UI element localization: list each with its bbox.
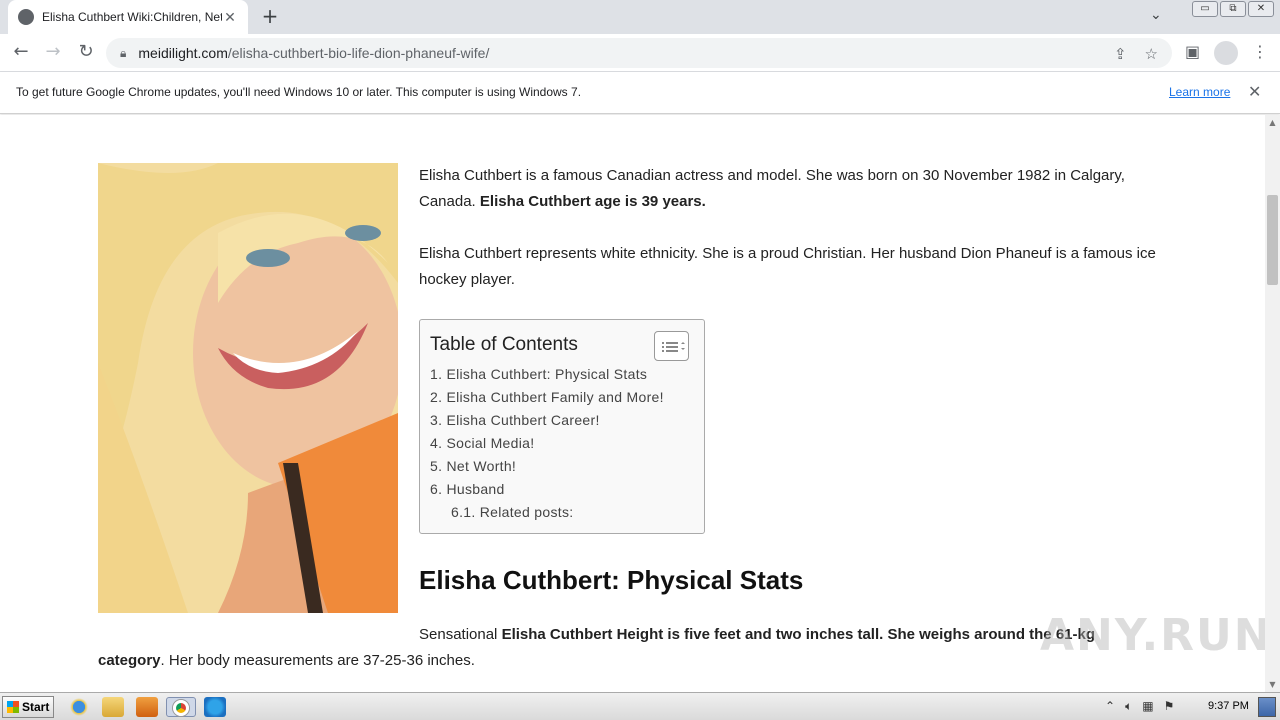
toc-list: 1. Elisha Cuthbert: Physical Stats 2. El… — [430, 363, 664, 524]
close-window-button[interactable]: ✕ — [1248, 1, 1274, 17]
url-host: meidilight.com — [138, 45, 228, 61]
url-path: /elisha-cuthbert-bio-life-dion-phaneuf-w… — [227, 45, 490, 61]
tab-search-chevron-icon[interactable]: ⌄ — [1150, 7, 1162, 23]
tab-title: Elisha Cuthbert Wiki:Children, Net W — [42, 10, 222, 24]
browser-toolbar: ← → ↻ 🔒︎ meidilight.com/elisha-cuthbert-… — [0, 34, 1280, 72]
scroll-up-arrow-icon[interactable]: ▲ — [1265, 115, 1280, 130]
anyrun-watermark: ANY.RUN — [1040, 610, 1265, 661]
toc-item[interactable]: 2. Elisha Cuthbert Family and More! — [430, 386, 664, 409]
chrome-taskbar-button[interactable] — [166, 697, 196, 717]
back-arrow-icon[interactable]: ← — [10, 42, 32, 64]
share-icon[interactable]: ⇪ — [1114, 45, 1127, 63]
forward-arrow-icon[interactable]: → — [42, 42, 64, 64]
globe-icon — [18, 9, 34, 25]
restore-button[interactable]: ⧉ — [1220, 1, 1246, 17]
infobar-message: To get future Google Chrome updates, you… — [16, 85, 582, 99]
profile-avatar-icon[interactable] — [1214, 41, 1238, 65]
system-tray: ⌃ 🔈︎ ▦ ⚑ — [1105, 699, 1174, 714]
action-center-flag-icon[interactable]: ⚑ — [1164, 699, 1175, 714]
file-explorer-icon[interactable] — [102, 697, 124, 717]
ethnicity-paragraph: Elisha Cuthbert represents white ethnici… — [419, 245, 1156, 288]
toc-item[interactable]: 1. Elisha Cuthbert: Physical Stats — [430, 363, 664, 386]
omnibox-actions: ⇪ ☆ — [1114, 45, 1158, 63]
internet-explorer-icon[interactable] — [68, 697, 90, 717]
learn-more-link[interactable]: Learn more — [1169, 85, 1230, 99]
scroll-down-arrow-icon[interactable]: ▼ — [1265, 677, 1280, 692]
intro-bold-age: Elisha Cuthbert age is 39 years. — [479, 193, 706, 210]
start-label: Start — [22, 700, 50, 714]
stats-text-end: . Her body measurements are 37-25-36 inc… — [160, 652, 475, 669]
list-toggle-icon — [662, 342, 685, 352]
page-scrollbar[interactable]: ▲ ▼ — [1265, 115, 1280, 692]
reload-icon[interactable]: ↻ — [75, 42, 97, 64]
address-bar[interactable]: 🔒︎ meidilight.com/elisha-cuthbert-bio-li… — [106, 38, 1172, 68]
side-panel-icon[interactable]: ▣ — [1185, 42, 1200, 61]
start-button[interactable]: Start — [2, 696, 54, 718]
volume-icon[interactable]: 🔈︎ — [1125, 699, 1132, 714]
menu-kebab-icon[interactable]: ⋮ — [1252, 42, 1268, 61]
toc-item[interactable]: 3. Elisha Cuthbert Career! — [430, 409, 664, 432]
section-heading: Elisha Cuthbert: Physical Stats — [419, 565, 804, 595]
windows-logo-icon — [7, 701, 19, 713]
toc-subitem[interactable]: 6.1. Related posts: — [430, 501, 664, 524]
toc-toggle-button[interactable] — [654, 331, 689, 361]
bookmark-star-icon[interactable]: ☆ — [1145, 45, 1158, 63]
scroll-thumb[interactable] — [1267, 195, 1278, 285]
infobar-close-icon[interactable]: ✕ — [1248, 82, 1261, 102]
tab-strip: Elisha Cuthbert Wiki:Children, Net W ✕ +… — [0, 0, 1280, 34]
chrome-icon — [173, 700, 189, 716]
clock[interactable]: 9:37 PM — [1208, 700, 1249, 712]
minimize-button[interactable]: ▭ — [1192, 1, 1218, 17]
window-controls: ▭ ⧉ ✕ — [1192, 1, 1274, 17]
intro-paragraph: Elisha Cuthbert is a famous Canadian act… — [419, 163, 1159, 215]
physical-stats-paragraph: Sensational Elisha Cuthbert Height is fi… — [98, 622, 1148, 674]
toc-item[interactable]: 5. Net Worth! — [430, 455, 664, 478]
toc-item[interactable]: 4. Social Media! — [430, 432, 664, 455]
table-of-contents: Table of Contents 1. Elisha Cuthbert: Ph… — [419, 319, 705, 534]
update-infobar: To get future Google Chrome updates, you… — [0, 72, 1280, 114]
edge-icon[interactable] — [204, 697, 226, 717]
windows-taskbar: Start ⌃ 🔈︎ ▦ ⚑ 9:37 PM — [0, 692, 1280, 720]
browser-tab[interactable]: Elisha Cuthbert Wiki:Children, Net W ✕ — [8, 0, 248, 34]
lock-icon: 🔒︎ — [120, 45, 127, 60]
show-desktop-button[interactable] — [1258, 697, 1276, 717]
page-content: Elisha Cuthbert is a famous Canadian act… — [0, 115, 1265, 692]
toc-item[interactable]: 6. Husband — [430, 478, 664, 501]
network-icon[interactable]: ▦ — [1142, 699, 1153, 714]
media-player-icon[interactable] — [136, 697, 158, 717]
portrait-illustration — [98, 163, 398, 613]
portrait-photo — [98, 163, 398, 613]
new-tab-button[interactable]: + — [258, 6, 282, 28]
tray-expand-icon[interactable]: ⌃ — [1105, 699, 1115, 714]
stats-text-intro: Sensational — [419, 626, 502, 643]
tab-close-icon[interactable]: ✕ — [222, 9, 238, 26]
toc-title: Table of Contents — [430, 334, 578, 355]
